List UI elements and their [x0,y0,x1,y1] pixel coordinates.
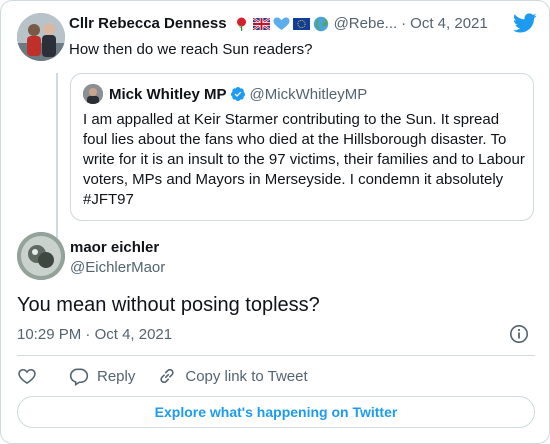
twitter-bird-icon[interactable] [512,11,537,35]
name-emojis [233,16,330,31]
quoted-tweet-text: I am appalled at Keir Starmer contributi… [83,111,525,208]
quoted-author-name: Mick Whitley MP [109,85,227,103]
separator-dot: · [85,326,91,343]
tweet-date[interactable]: Oct 4, 2021 [95,326,173,343]
reply-icon [69,368,89,386]
explore-button[interactable]: Explore what's happening on Twitter [17,396,535,428]
quoted-tweet-header: Mick Whitley MP @MickWhitleyMP [83,84,367,104]
tweet-embed-card: Cllr Rebecca Denness @Rebe... · Oct 4, 2… [0,0,550,444]
quoted-author-handle: @MickWhitleyMP [249,85,368,103]
copy-link-button[interactable]: Copy link to Tweet [157,366,308,386]
blue-heart-icon [273,17,290,31]
author-name[interactable]: Cllr Rebecca Denness [69,15,227,32]
divider [17,355,535,356]
copy-link-label: Copy link to Tweet [185,367,308,385]
reply-button[interactable]: Reply [69,366,135,386]
tweet-text: You mean without posing topless? [17,294,320,316]
author-name[interactable]: maor eichler [70,239,159,256]
action-bar: Reply Copy link to Tweet [17,365,308,387]
uk-flag-icon [251,16,271,31]
avatar[interactable] [17,13,65,61]
link-icon [160,368,174,384]
globe-icon [313,16,330,31]
eu-flag-icon [292,17,310,31]
parent-tweet-header: Cllr Rebecca Denness @Rebe... · Oct 4, 2… [69,15,539,32]
author-handle[interactable]: @Rebe... [334,15,398,32]
tweet-timestamp[interactable]: 10:29 PM · Oct 4, 2021 [17,326,172,343]
info-icon[interactable] [509,324,529,344]
author-handle[interactable]: @EichlerMaor [70,259,165,276]
tweet-time[interactable]: 10:29 PM [17,326,81,343]
avatar [83,84,103,104]
rose-icon [233,17,250,31]
thread-connector [56,73,58,238]
like-button[interactable] [17,366,37,386]
avatar[interactable] [17,232,65,280]
reply-label: Reply [97,367,136,385]
heart-icon [18,368,36,385]
separator-dot: · [401,15,407,32]
verified-badge-icon [230,87,245,101]
tweet-text: How then do we reach Sun readers? [69,41,313,58]
quoted-tweet[interactable]: Mick Whitley MP @MickWhitleyMP I am appa… [70,73,534,221]
tweet-date-link[interactable]: Oct 4, 2021 [410,15,488,32]
